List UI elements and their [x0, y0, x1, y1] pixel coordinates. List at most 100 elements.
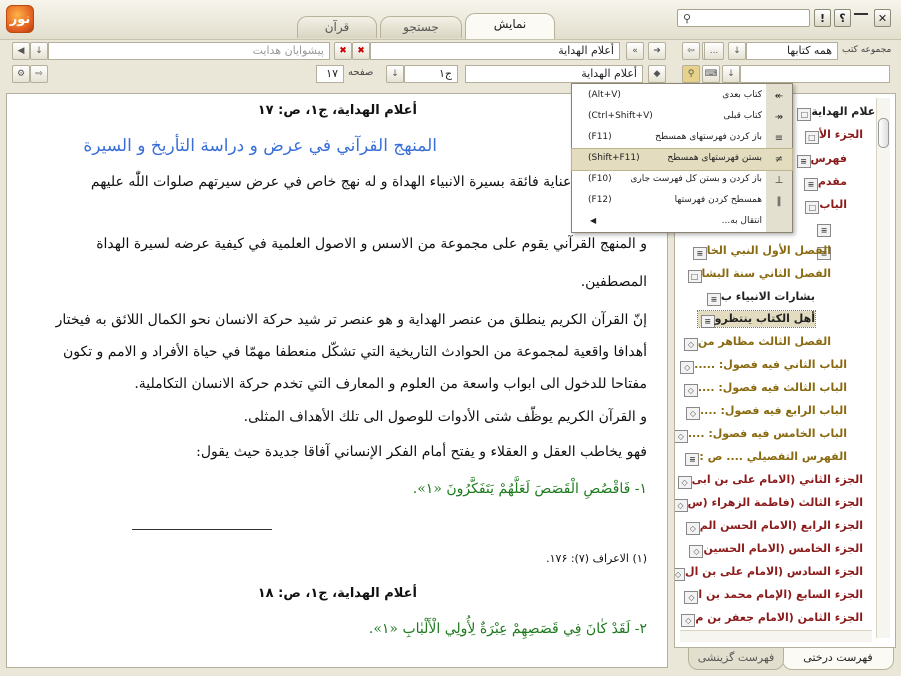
- tree-item[interactable]: أعلام الهداية□: [794, 104, 879, 121]
- section-icon: ◇: [685, 407, 700, 420]
- tree-item[interactable]: الفصل الثاني سنة البشا□: [685, 266, 831, 283]
- text-line: أهدافا واقعية لمجموعة من الحوادث التاريخ…: [62, 344, 647, 360]
- info-button[interactable]: !: [814, 9, 831, 27]
- settings-icon[interactable]: ⚙: [12, 65, 30, 83]
- tree-item[interactable]: الباب□: [802, 197, 847, 214]
- back-arrow-icon[interactable]: ⇦: [682, 42, 700, 60]
- menu-item-next-book[interactable]: ↞ کتاب بعدی (Alt+V): [572, 86, 792, 107]
- tree-item-label: الجزء السادس (الامام على بن ال: [685, 565, 863, 578]
- tab-display[interactable]: نمایش: [465, 13, 555, 39]
- tree-item-current[interactable]: أهل الكتاب ينتظرو≡: [696, 310, 817, 328]
- tree-filter-input[interactable]: [740, 65, 890, 83]
- tree-item-label: بشارات الانبياء ب: [720, 290, 815, 303]
- global-search-input[interactable]: [677, 9, 810, 27]
- tree-item-label: الجزء الثاني (الامام على بن ابى: [691, 473, 863, 486]
- page-icon: ≡: [700, 315, 715, 328]
- section-icon: ◇: [685, 522, 700, 535]
- app-logo[interactable]: نور: [6, 5, 34, 33]
- goto-icon[interactable]: ⇨: [30, 65, 48, 83]
- page-icon: ≡: [803, 178, 818, 191]
- flatten-icon: ‖: [776, 195, 782, 207]
- tree-item[interactable]: الباب الرابع فيه فصول: ....◇: [683, 403, 847, 420]
- book-icon: □: [687, 270, 702, 283]
- menu-item-label: باز کردن فهرستهای همسطح: [655, 132, 762, 142]
- submenu-arrow-icon: ◀: [590, 216, 597, 225]
- menu-item-flatten[interactable]: ‖ همسطح کردن فهرستها (F12): [572, 191, 792, 212]
- tree-item[interactable]: ≡: [814, 220, 831, 237]
- section-icon: ◇: [683, 338, 698, 351]
- book-title-field[interactable]: أعلام الهداية: [465, 65, 643, 83]
- section-icon: ◇: [683, 384, 698, 397]
- tree-item[interactable]: الجزء الرابع (الامام الحسن الم◇: [683, 518, 863, 535]
- tree-item[interactable]: الجزء الثاني (الامام على بن ابى◇: [675, 472, 863, 489]
- tree-item[interactable]: مقدم≡: [801, 174, 847, 191]
- clear-book-icon[interactable]: ✖: [352, 42, 370, 60]
- page-number-field[interactable]: ۱۷: [316, 65, 344, 83]
- text-line: و القرآن الكريم يوظّف شتى الأدوات للوصول…: [243, 409, 647, 425]
- forward-arrow-icon[interactable]: ➜: [648, 42, 666, 60]
- menu-item-shortcut: (Ctrl+Shift+V): [588, 111, 653, 121]
- tree-scrollbar-thumb[interactable]: [878, 118, 889, 148]
- next-book-icon: ↞: [774, 90, 784, 102]
- clear-author-icon[interactable]: ✖: [334, 42, 352, 60]
- tree-item[interactable]: الجزء الأ□: [802, 127, 863, 144]
- menu-item-toggle-all[interactable]: ⊥ باز کردن و بستن کل فهرست جاری (F10): [572, 170, 792, 191]
- volume-down-icon[interactable]: ↓: [386, 65, 404, 83]
- tree-horizontal-scrollbar[interactable]: [680, 630, 872, 642]
- tree-item[interactable]: الجزء السابع (الإمام محمد بن ا◇: [681, 587, 863, 604]
- tree-item-label: الباب الرابع فيه فصول: ....: [699, 404, 847, 417]
- section-icon: ◇: [675, 430, 688, 443]
- prev-history-icon[interactable]: «: [626, 42, 644, 60]
- menu-item-collapse-level[interactable]: ≠ بستن فهرستهای همسطح (Shift+F11): [571, 148, 793, 171]
- book-field[interactable]: أعلام الهداية: [370, 42, 620, 60]
- tab-selective-index[interactable]: فهرست گزینشی: [688, 648, 784, 670]
- menu-item-move[interactable]: انتقال به... ◀: [572, 212, 792, 233]
- close-button[interactable]: ✕: [874, 9, 891, 27]
- more-button[interactable]: ...: [704, 42, 724, 60]
- tree-item[interactable]: الباب الخامس فيه فصول: ....◇: [675, 426, 847, 443]
- page-icon: ≡: [685, 453, 700, 466]
- arrow-left-icon[interactable]: ◀: [12, 42, 30, 60]
- tree-item-label: الفصل الأول النبي الخا: [706, 244, 831, 257]
- tree-item[interactable]: الباب الثاني فيه فصول: .....◇: [677, 357, 847, 374]
- book-content-pane[interactable]: أعلام الهداية، ج۱، ص: ۱۷ المنهج القرآني …: [6, 93, 668, 668]
- search-icon: ⚲: [682, 11, 692, 25]
- tab-tree-index[interactable]: فهرست درختی: [782, 648, 894, 670]
- tree-item[interactable]: الجزء السادس (الامام على بن ال◇: [675, 564, 863, 581]
- book-icon: □: [797, 108, 812, 121]
- tab-quran[interactable]: قرآن: [297, 16, 377, 38]
- volume-field[interactable]: ج۱: [404, 65, 458, 83]
- tree-item[interactable]: الفصل الأول النبي الخا≡: [690, 243, 831, 260]
- tree-search-icon[interactable]: ⚲: [682, 65, 700, 83]
- menu-item-shortcut: (F11): [588, 132, 612, 142]
- tree-item[interactable]: الجزء الخامس (الامام الحسين◇: [686, 541, 863, 558]
- menu-item-expand-level[interactable]: ≡ باز کردن فهرستهای همسطح (F11): [572, 128, 792, 149]
- tab-search[interactable]: جستجو: [380, 16, 462, 38]
- collection-select[interactable]: همه کتابها: [746, 42, 838, 60]
- tag-icon[interactable]: ◆: [648, 65, 666, 83]
- menu-item-shortcut: (F12): [588, 195, 612, 205]
- menu-item-shortcut: (F10): [588, 174, 612, 184]
- collection-down-icon[interactable]: ↓: [728, 42, 746, 60]
- tree-item[interactable]: الفهرس التفصيلي .... ص :≡: [682, 449, 847, 466]
- tree-item[interactable]: الباب الثالث فيه فصول: ....◇: [681, 380, 847, 397]
- tree-item[interactable]: فهرس≡: [794, 151, 847, 168]
- tree-item-label: مقدم: [817, 175, 847, 188]
- tree-down-icon[interactable]: ↓: [722, 65, 740, 83]
- menu-item-prev-book[interactable]: ↠ کتاب قبلی (Ctrl+Shift+V): [572, 107, 792, 128]
- tree-item[interactable]: الفصل الثالث مظاهر من◇: [681, 334, 831, 351]
- tree-item-label: الفهرس التفصيلي .... ص :: [699, 450, 847, 463]
- tree-item[interactable]: بشارات الانبياء ب≡: [704, 289, 815, 306]
- author-field[interactable]: پیشوایان هدایت: [48, 42, 330, 60]
- help-button[interactable]: ؟: [834, 9, 851, 27]
- footnote: (۱) الاعراف (۷): ۱۷۶.: [546, 552, 647, 565]
- collapse-level-icon: ≠: [774, 153, 784, 165]
- tree-item[interactable]: الجزء الثامن (الامام جعفر بن م◇: [678, 610, 863, 627]
- tree-item[interactable]: الجزء الثالث (فاطمة الزهراء (س◇: [675, 495, 863, 512]
- down-arrow-icon[interactable]: ↓: [30, 42, 48, 60]
- minimize-icon[interactable]: [854, 13, 868, 15]
- menu-item-shortcut: (Shift+F11): [588, 153, 640, 163]
- tree-vertical-scrollbar[interactable]: [876, 98, 890, 638]
- tree-item-label: الباب الثاني فيه فصول: .....: [694, 358, 847, 371]
- keyboard-icon[interactable]: ⌨: [702, 65, 720, 83]
